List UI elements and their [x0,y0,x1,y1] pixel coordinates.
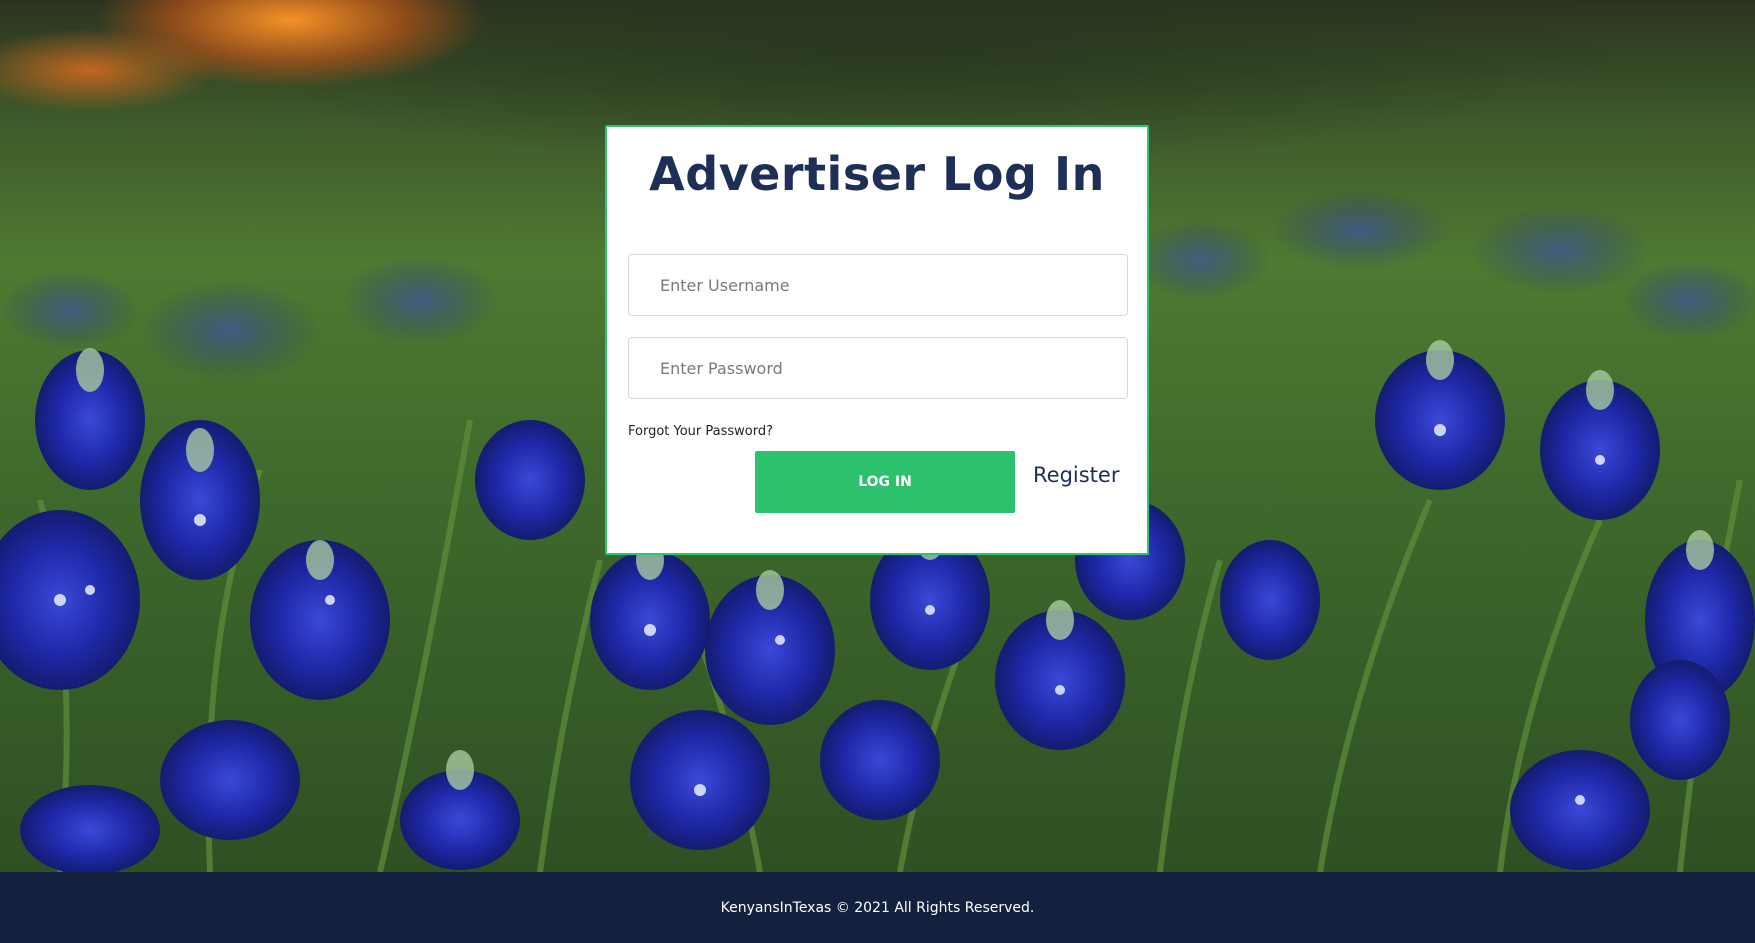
username-input[interactable] [628,254,1128,316]
forgot-password-link[interactable]: Forgot Your Password? [628,424,773,439]
register-link[interactable]: Register [1033,463,1119,487]
login-button[interactable]: LOG IN [755,451,1015,513]
footer: KenyansInTexas © 2021 All Rights Reserve… [0,872,1755,943]
login-card: Advertiser Log In Forgot Your Password? … [605,125,1149,555]
page-title: Advertiser Log In [649,147,1105,201]
password-input[interactable] [628,337,1128,399]
footer-copyright: KenyansInTexas © 2021 All Rights Reserve… [720,899,1035,916]
